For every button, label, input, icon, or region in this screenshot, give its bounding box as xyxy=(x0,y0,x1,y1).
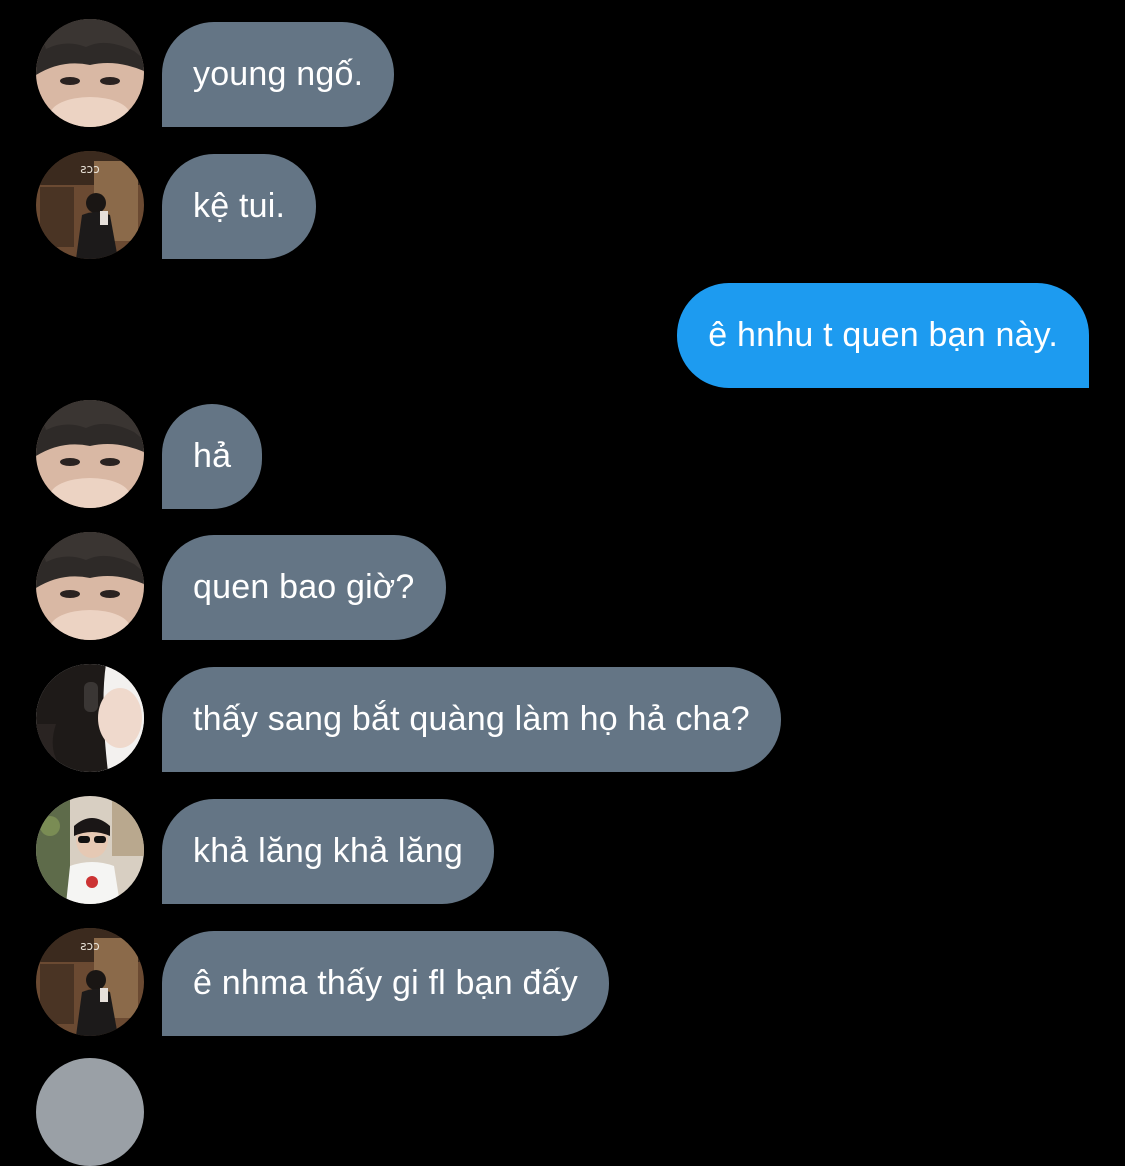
svg-text:ƨᴐᴐ: ƨᴐᴐ xyxy=(80,162,99,176)
avatar-image xyxy=(36,400,144,508)
message-bubble-incoming[interactable]: kệ tui. xyxy=(162,154,317,259)
avatar-boy-face-closeup[interactable] xyxy=(36,532,144,640)
avatar-girl-headphones[interactable] xyxy=(36,664,144,772)
avatar-image xyxy=(36,1058,144,1166)
svg-text:ƨᴐᴐ: ƨᴐᴐ xyxy=(80,939,99,953)
avatar-image: ƨᴐᴐ xyxy=(36,151,144,259)
avatar-image xyxy=(36,532,144,640)
avatar-image xyxy=(36,664,144,772)
message-bubble-incoming[interactable]: quen bao giờ? xyxy=(162,535,446,640)
avatar-next-partial[interactable] xyxy=(36,1058,144,1166)
message-bubble-incoming[interactable]: ê nhma thấy gi fl bạn đấy xyxy=(162,931,609,1036)
avatar-image xyxy=(36,19,144,127)
avatar-image: ƨᴐᴐ xyxy=(36,928,144,1036)
avatar-boy-face-closeup[interactable] xyxy=(36,19,144,127)
message-bubble-outgoing[interactable]: ê hnhu t quen bạn này. xyxy=(677,283,1089,388)
chat-thread: young ngố. ƨᴐᴐ kệ tui. ê hnhu t quen bạn… xyxy=(0,0,1125,1166)
avatar-girl-sunglasses[interactable] xyxy=(36,796,144,904)
avatar-image xyxy=(36,796,144,904)
message-bubble-incoming[interactable]: thấy sang bắt quàng làm họ hả cha? xyxy=(162,667,781,772)
message-bubble-incoming[interactable]: hả xyxy=(162,404,263,509)
avatar-boy-face-closeup[interactable] xyxy=(36,400,144,508)
message-bubble-incoming[interactable]: young ngố. xyxy=(162,22,395,127)
message-bubble-incoming[interactable]: khả lăng khả lăng xyxy=(162,799,494,904)
avatar-boy-mirror-selfie[interactable]: ƨᴐᴐ xyxy=(36,151,144,259)
avatar-boy-mirror-selfie[interactable]: ƨᴐᴐ xyxy=(36,928,144,1036)
